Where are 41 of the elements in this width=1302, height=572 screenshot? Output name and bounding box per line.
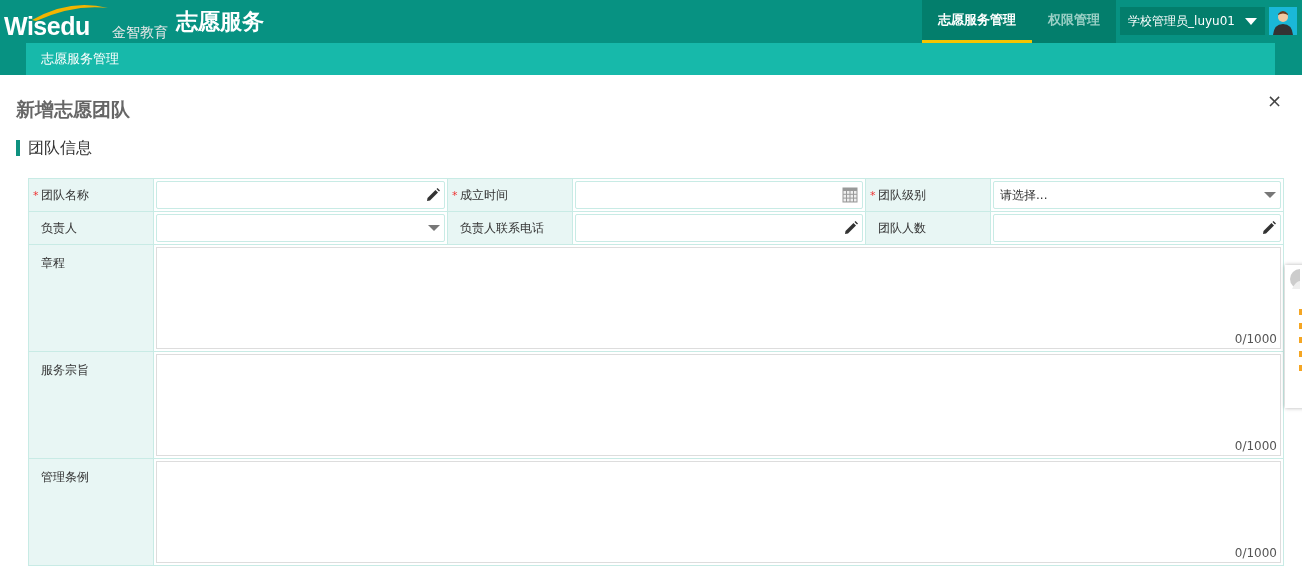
field-label: 管理条例 — [40, 469, 89, 486]
input-field[interactable] — [575, 214, 863, 242]
select-field[interactable] — [156, 214, 445, 242]
field-label: 团队级别 — [877, 186, 926, 204]
input-field[interactable] — [156, 181, 445, 209]
required-mark: * — [33, 188, 39, 202]
text-area[interactable]: 0/1000 — [156, 354, 1281, 456]
required-mark: * — [452, 188, 458, 202]
caret-icon — [1245, 17, 1257, 25]
character-counter: 0/1000 — [1234, 546, 1277, 560]
logo: Wisedu — [4, 14, 90, 39]
required-mark: * — [870, 188, 876, 202]
field-label: 负责人联系电话 — [459, 219, 544, 237]
close-button[interactable]: × — [1266, 89, 1282, 111]
dialog-title: 新增志愿团队 — [16, 97, 130, 122]
field-label: 团队名称 — [40, 186, 89, 204]
input-field[interactable] — [993, 214, 1281, 242]
character-counter: 0/1000 — [1234, 439, 1277, 453]
pencil-icon — [844, 221, 858, 235]
dropdown-caret-icon — [1264, 192, 1276, 198]
date-field[interactable] — [575, 181, 863, 209]
avatar-icon[interactable] — [1269, 7, 1297, 35]
text-area[interactable]: 0/1000 — [156, 461, 1281, 563]
field-label: 负责人 — [40, 219, 77, 237]
field-label: 团队人数 — [877, 219, 926, 237]
character-counter: 0/1000 — [1234, 332, 1277, 346]
calendar-icon — [842, 187, 858, 203]
logo-subtitle: 金智教育 — [111, 25, 168, 39]
text-area[interactable]: 0/1000 — [156, 247, 1281, 349]
avatar-icon — [1290, 269, 1300, 289]
field-label: 章程 — [40, 255, 65, 272]
field-label: 成立时间 — [459, 186, 508, 204]
user-menu[interactable]: 学校管理员_luyu01 — [1120, 7, 1265, 35]
select-field[interactable]: 请选择... — [993, 181, 1281, 209]
dropdown-caret-icon — [428, 225, 440, 231]
pencil-icon — [1262, 221, 1276, 235]
section-title: 团队信息 — [28, 137, 92, 159]
field-label: 服务宗旨 — [40, 362, 89, 379]
app-title: 志愿服务 — [175, 11, 264, 33]
section-marker — [16, 140, 20, 156]
pencil-icon — [426, 188, 440, 202]
